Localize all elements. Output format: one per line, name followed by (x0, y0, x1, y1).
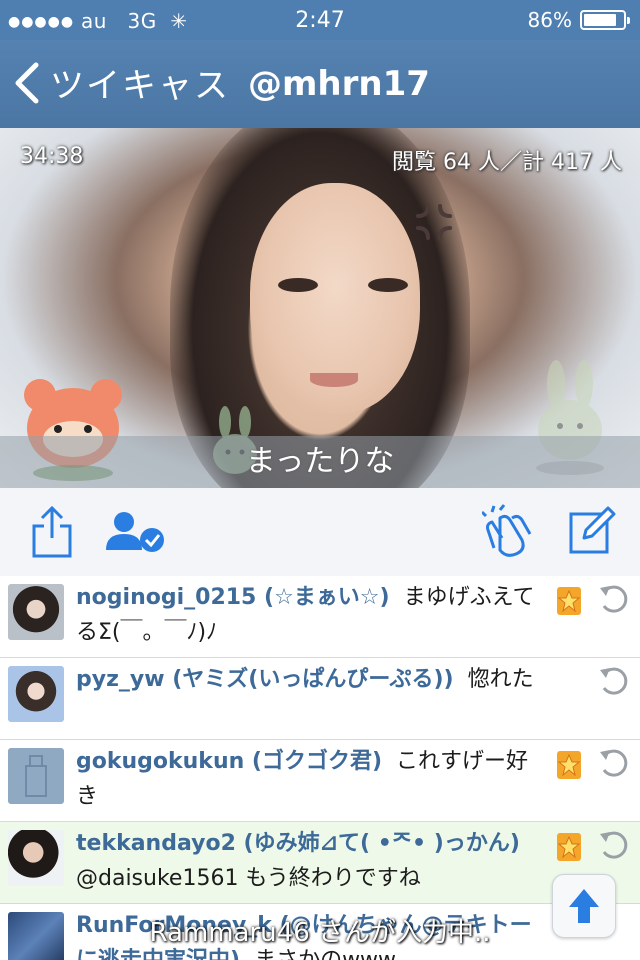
star-badge-icon (557, 833, 581, 861)
comment-username[interactable]: noginogi_0215 (☆まぁい☆) (76, 585, 390, 610)
comment-username[interactable]: tekkandayo2 (ゆみ姉⊿て( •ᄌ• )っかん) (76, 831, 520, 856)
avatar[interactable] (8, 830, 64, 886)
star-badge-icon (557, 587, 581, 615)
comment-text: pyz_yw (ヤミズ(いっぱんぴーぷる)) 惚れた (76, 662, 538, 697)
star-badge-icon (557, 751, 581, 779)
scroll-to-top-button[interactable] (552, 874, 616, 938)
viewer-count: 閲覧 64 人／計 417 人 (392, 150, 622, 175)
chevron-left-icon (15, 62, 39, 103)
mouth (310, 373, 358, 387)
comment-row: noginogi_0215 (☆まぁい☆) まゆげふえてるΣ(￣。￣ﾉ)ﾉ (0, 576, 640, 658)
right-eye (368, 278, 408, 292)
follow-user-icon[interactable] (104, 510, 168, 554)
status-bar: ●●●●● au 3G ✳ 2:47 86% (0, 0, 640, 40)
comment-username[interactable]: pyz_yw (ヤミズ(いっぱんぴーぷる)) (76, 667, 454, 692)
back-button[interactable]: ツイキャス (14, 58, 230, 107)
back-label: ツイキャス (50, 66, 230, 106)
comment-text: gokugokukun (ゴクゴク君) これすげー好き (76, 744, 538, 814)
avatar[interactable] (8, 748, 64, 804)
avatar[interactable] (8, 584, 64, 640)
page-title: @mhrn17 (248, 64, 430, 104)
clap-icon[interactable] (482, 504, 538, 560)
broadcast-timer: 34:38 (20, 144, 84, 169)
action-toolbar (0, 488, 640, 577)
compose-icon[interactable] (568, 504, 616, 556)
comment-body: @daisuke1561 もう終わりですね (76, 866, 421, 891)
anger-mark-icon (416, 204, 452, 240)
reply-icon[interactable] (596, 664, 630, 698)
comment-row: tekkandayo2 (ゆみ姉⊿て( •ᄌ• )っかん) @daisuke15… (0, 822, 640, 904)
comment-text: noginogi_0215 (☆まぁい☆) まゆげふえてるΣ(￣。￣ﾉ)ﾉ (76, 580, 538, 650)
comment-text: tekkandayo2 (ゆみ姉⊿て( •ᄌ• )っかん) @daisuke15… (76, 826, 538, 896)
navigation-bar: ツイキャス @mhrn17 (0, 40, 640, 128)
left-eye (278, 278, 318, 292)
avatar[interactable] (8, 666, 64, 722)
arrow-up-icon (569, 889, 599, 923)
typing-indicator: Rammaru46 さんが入力中.. (149, 918, 491, 948)
comment-body: まさかのwww (254, 948, 396, 960)
reply-icon[interactable] (596, 746, 630, 780)
share-icon[interactable] (30, 504, 74, 560)
bottle-avatar-icon (25, 755, 47, 797)
comment-row: pyz_yw (ヤミズ(いっぱんぴーぷる)) 惚れた (0, 658, 640, 740)
comment-list[interactable]: noginogi_0215 (☆まぁい☆) まゆげふえてるΣ(￣。￣ﾉ)ﾉ py… (0, 576, 640, 960)
comment-row: gokugokukun (ゴクゴク君) これすげー好き (0, 740, 640, 822)
comment-username[interactable]: gokugokukun (ゴクゴク君) (76, 749, 382, 774)
battery-icon (580, 10, 630, 30)
battery-percent: 86% (527, 8, 572, 32)
reply-icon[interactable] (596, 828, 630, 862)
live-video[interactable]: 34:38 閲覧 64 人／計 417 人 まったりな (0, 128, 640, 488)
broadcast-caption: まったりな (0, 436, 640, 488)
reply-icon[interactable] (596, 582, 630, 616)
comment-body: 惚れた (467, 667, 534, 692)
